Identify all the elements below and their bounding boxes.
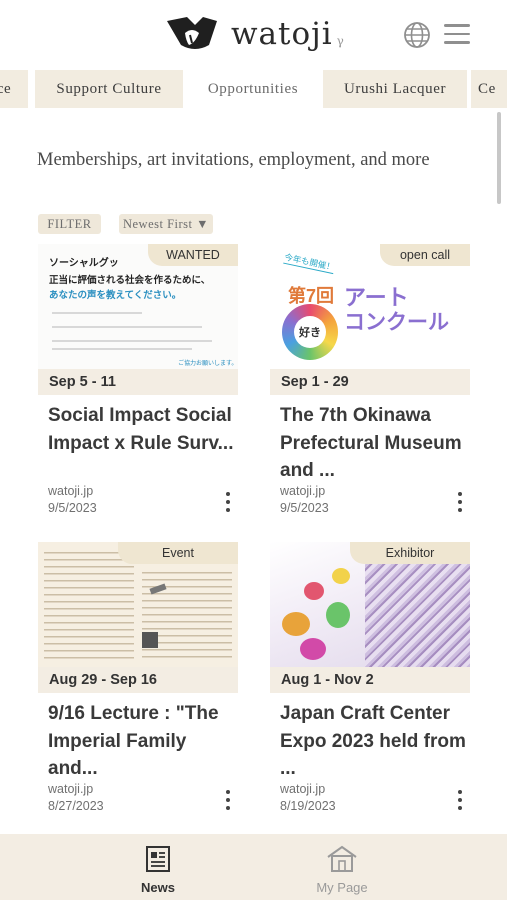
page-subtitle: Memberships, art invitations, employment… xyxy=(37,150,430,170)
text-line xyxy=(52,326,202,328)
paint-spot-graphic xyxy=(304,582,324,600)
more-options-icon[interactable] xyxy=(224,492,232,512)
more-options-icon[interactable] xyxy=(224,790,232,810)
card-date-range: Aug 29 - Sep 16 xyxy=(38,667,238,693)
card-title[interactable]: 9/16 Lecture : "The Imperial Family and.… xyxy=(48,700,240,783)
globe-icon[interactable] xyxy=(403,21,431,49)
logo-mark-icon xyxy=(167,17,217,49)
thumbnail-text: 正当に評価される社会を作るために、 xyxy=(49,275,211,286)
qr-code-graphic xyxy=(142,632,158,648)
fabric-pattern-graphic xyxy=(365,552,470,667)
paint-spot-graphic xyxy=(332,568,350,584)
scrollbar[interactable] xyxy=(497,112,501,204)
card-date: 8/27/2023 xyxy=(48,799,104,813)
thumbnail-text: ソーシャルグッ xyxy=(49,258,119,269)
card-title[interactable]: The 7th Okinawa Prefectural Museum and .… xyxy=(280,402,472,485)
sort-dropdown[interactable]: Newest First ▼ xyxy=(119,214,213,234)
thumbnail-text: コンクール xyxy=(344,311,449,334)
category-badge: WANTED xyxy=(148,244,238,266)
card-date-range: Sep 5 - 11 xyxy=(38,369,238,395)
more-options-icon[interactable] xyxy=(456,790,464,810)
card-source: watoji.jp xyxy=(48,484,94,498)
nav-my-page-label: My Page xyxy=(316,880,368,895)
nav-news-label: News xyxy=(141,880,175,895)
house-icon xyxy=(327,845,357,872)
text-line xyxy=(52,348,192,350)
nav-news[interactable]: News xyxy=(118,844,198,895)
opportunity-card[interactable]: ソーシャルグッ 正当に評価される社会を作るために、 あなたの声を教えてください。… xyxy=(38,244,238,524)
bottom-navigation: News My Page xyxy=(0,834,507,900)
thumbnail-text: 好き xyxy=(294,316,326,348)
opportunity-card[interactable]: 今年も開催！ 第7回 アート コンクール 好き open call Sep 1 … xyxy=(270,244,470,524)
tab-support-culture[interactable]: Support Culture xyxy=(35,70,183,108)
brand-name: watoji xyxy=(231,16,333,52)
text-line xyxy=(52,312,142,314)
category-badge: Event xyxy=(118,542,238,564)
thumbnail-text: ご協力お願いします。 xyxy=(178,361,238,367)
app-header: watoji γ xyxy=(0,0,507,70)
card-date: 8/19/2023 xyxy=(280,799,336,813)
category-badge: Exhibitor xyxy=(350,542,470,564)
tab-urushi-lacquer[interactable]: Urushi Lacquer xyxy=(323,70,467,108)
thumbnail-ribbon: 今年も開催！ xyxy=(283,250,336,275)
paint-spot-graphic xyxy=(282,612,310,636)
more-options-icon[interactable] xyxy=(456,492,464,512)
opportunity-card[interactable]: Exhibitor Aug 1 - Nov 2 Japan Craft Cent… xyxy=(270,542,470,822)
tab-previous[interactable]: ce xyxy=(0,70,28,108)
thumbnail-text: あなたの声を教えてください。 xyxy=(49,290,182,301)
card-source: watoji.jp xyxy=(48,782,94,796)
card-source: watoji.jp xyxy=(280,484,326,498)
category-badge: open call xyxy=(380,244,470,266)
card-source: watoji.jp xyxy=(280,782,326,796)
card-title[interactable]: Social Impact Social Impact x Rule Surv.… xyxy=(48,402,240,457)
card-date: 9/5/2023 xyxy=(280,501,329,515)
category-tabs: ce Support Culture Opportunities Urushi … xyxy=(0,70,507,108)
paint-spot-graphic xyxy=(326,602,350,628)
brand-superscript: γ xyxy=(336,34,344,48)
hamburger-menu-icon[interactable] xyxy=(444,24,470,46)
card-date-range: Aug 1 - Nov 2 xyxy=(270,667,470,693)
watoji-logo[interactable]: watoji γ xyxy=(165,15,344,53)
card-title[interactable]: Japan Craft Center Expo 2023 held from .… xyxy=(280,700,472,783)
paint-spot-graphic xyxy=(300,638,326,660)
filter-button[interactable]: FILTER xyxy=(38,214,101,234)
text-line xyxy=(52,340,212,342)
nav-my-page[interactable]: My Page xyxy=(302,844,382,895)
document-text-block xyxy=(44,552,134,662)
card-date-range: Sep 1 - 29 xyxy=(270,369,470,395)
tab-opportunities[interactable]: Opportunities xyxy=(187,70,319,108)
card-date: 9/5/2023 xyxy=(48,501,97,515)
tab-next[interactable]: Ce xyxy=(471,70,507,108)
newspaper-icon xyxy=(146,846,170,872)
opportunity-card[interactable]: Event Aug 29 - Sep 16 9/16 Lecture : "Th… xyxy=(38,542,238,822)
